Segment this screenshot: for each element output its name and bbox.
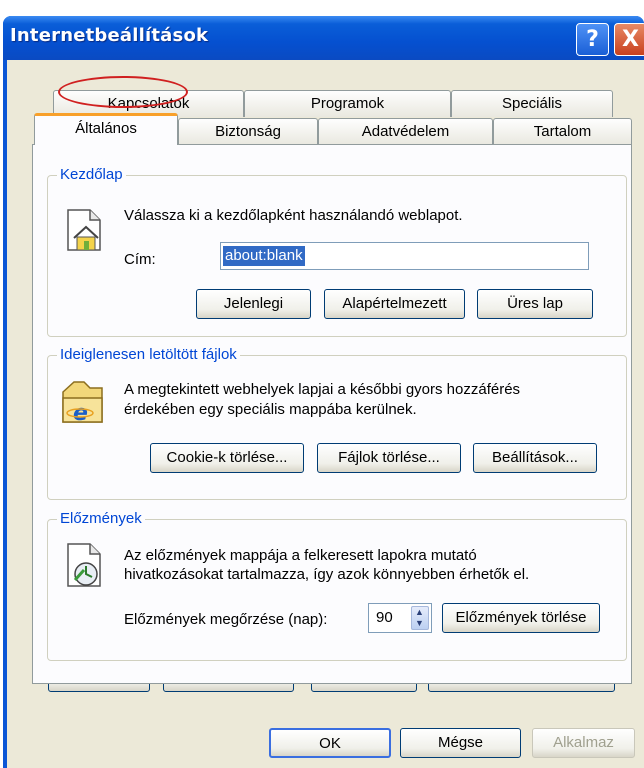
general-tab-panel: Kezdőlap Válassza ki a kezdőlapként hasz…	[32, 144, 632, 684]
spinner-down-icon[interactable]: ▼	[415, 618, 424, 629]
history-days-spinner[interactable]: 90 ▲ ▼	[368, 603, 432, 633]
use-default-button[interactable]: Alapértelmezett	[324, 289, 465, 319]
temp-files-group: Ideiglenesen letöltött fájlok e A megtek…	[47, 346, 627, 500]
dialog-client: Kapcsolatok Programok Speciális Általáno…	[7, 60, 644, 768]
temp-settings-button[interactable]: Beállítások...	[473, 443, 597, 473]
home-page-group: Kezdőlap Válassza ki a kezdőlapként hasz…	[47, 166, 627, 337]
history-group-title: Előzmények	[57, 510, 145, 528]
clear-history-button[interactable]: Előzmények törlése	[442, 603, 600, 633]
spinner-buttons[interactable]: ▲ ▼	[411, 606, 429, 630]
history-icon	[64, 542, 106, 594]
history-description-line1: Az előzmények mappája a felkeresett lapo…	[124, 547, 477, 564]
use-current-button[interactable]: Jelenlegi	[196, 289, 311, 319]
temp-files-group-title: Ideiglenesen letöltött fájlok	[57, 346, 240, 364]
temp-files-description-line1: A megtekintett webhelyek lapjai a később…	[124, 381, 521, 398]
tab-general[interactable]: Általános	[34, 113, 178, 145]
close-icon[interactable]: X	[614, 23, 644, 56]
home-page-description: Válassza ki a kezdőlapként használandó w…	[124, 207, 463, 224]
history-days-value: 90	[376, 609, 393, 626]
address-value: about:blank	[223, 246, 305, 266]
history-group: Előzmények Az előzmények mappája a felke…	[47, 510, 627, 661]
delete-cookies-button[interactable]: Cookie-k törlése...	[150, 443, 304, 473]
address-input[interactable]: about:blank	[220, 242, 589, 270]
tab-programs[interactable]: Programok	[244, 90, 451, 117]
history-description-line2: hivatkozásokat tartalmazza, így azok kön…	[124, 566, 530, 583]
ie-folder-icon: e	[60, 378, 106, 430]
history-days-label: Előzmények megőrzése (nap):	[124, 611, 328, 628]
tab-security[interactable]: Biztonság	[178, 118, 318, 145]
help-icon[interactable]: ?	[576, 23, 609, 56]
title-bar[interactable]: Internetbeállítások ? X	[3, 16, 644, 60]
tab-advanced[interactable]: Speciális	[451, 90, 613, 117]
window-title: Internetbeállítások	[10, 25, 209, 46]
temp-files-description-line2: érdekében egy speciális mappába kerülnek…	[124, 401, 417, 418]
tab-privacy[interactable]: Adatvédelem	[318, 118, 493, 145]
dialog-window: Internetbeállítások ? X Kapcsolatok Prog…	[3, 16, 644, 768]
highlight-annotation-oval	[58, 76, 188, 108]
apply-button[interactable]: Alkalmaz	[532, 728, 635, 758]
ok-button[interactable]: OK	[269, 728, 391, 758]
delete-files-button[interactable]: Fájlok törlése...	[317, 443, 461, 473]
spinner-up-icon[interactable]: ▲	[415, 607, 424, 618]
cancel-button[interactable]: Mégse	[400, 728, 521, 758]
home-page-icon	[64, 208, 104, 256]
home-page-group-title: Kezdőlap	[57, 166, 126, 184]
tab-content[interactable]: Tartalom	[493, 118, 632, 145]
use-blank-button[interactable]: Üres lap	[477, 289, 593, 319]
address-label: Cím:	[124, 251, 156, 268]
svg-text:e: e	[73, 401, 88, 426]
